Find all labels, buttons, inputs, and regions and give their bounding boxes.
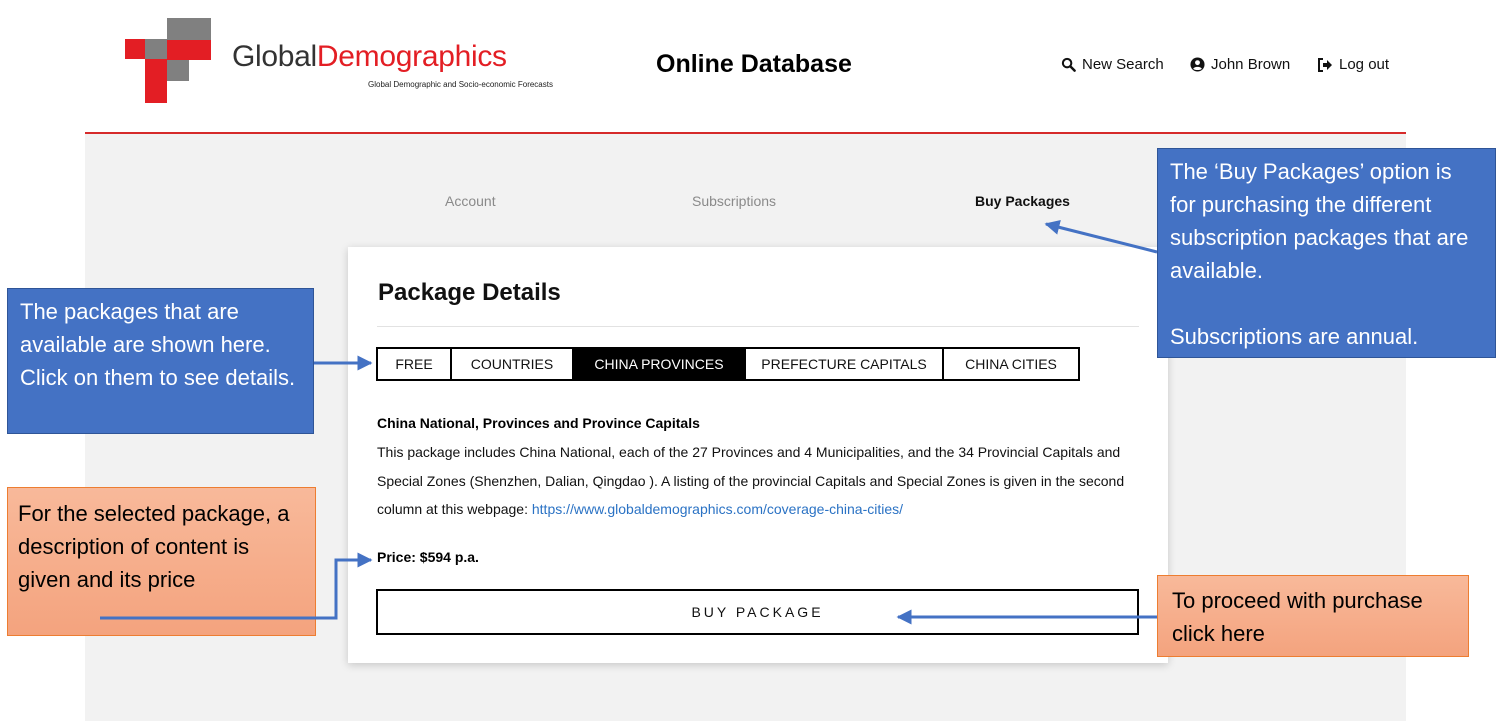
page-title: Online Database: [656, 50, 852, 78]
package-tab-prefecture-capitals[interactable]: PREFECTURE CAPITALS: [746, 349, 944, 379]
callout-proceed: To proceed with purchase click here: [1157, 575, 1469, 657]
new-search-label: New Search: [1082, 56, 1164, 73]
package-description: This package includes China National, ea…: [377, 438, 1137, 524]
search-icon: [1061, 57, 1076, 72]
callout-buy-packages-text: The ‘Buy Packages’ option is for purchas…: [1170, 159, 1469, 283]
tab-subscriptions[interactable]: Subscriptions: [692, 193, 776, 209]
tab-account[interactable]: Account: [445, 193, 496, 209]
user-link[interactable]: John Brown: [1190, 56, 1290, 73]
brand-name: GlobalDemographics: [232, 40, 507, 74]
card-divider: [377, 326, 1139, 327]
package-tab-free[interactable]: FREE: [378, 349, 452, 379]
brand-name-demographics: Demographics: [316, 40, 507, 73]
package-tab-countries[interactable]: COUNTRIES: [452, 349, 574, 379]
package-name: China National, Provinces and Province C…: [377, 415, 700, 431]
logout-icon: [1318, 57, 1332, 72]
callout-packages-available: The packages that are available are show…: [7, 288, 314, 434]
global-demographics-logo: [125, 18, 211, 103]
package-details-title: Package Details: [378, 279, 561, 306]
new-search-link[interactable]: New Search: [1061, 56, 1164, 73]
callout-proceed-text: To proceed with purchase click here: [1172, 588, 1423, 646]
logout-link[interactable]: Log out: [1317, 56, 1389, 73]
package-tab-china-cities[interactable]: CHINA CITIES: [944, 349, 1078, 379]
package-tab-china-provinces[interactable]: CHINA PROVINCES: [574, 349, 746, 379]
callout-description-price-text: For the selected package, a description …: [18, 501, 290, 592]
user-name-label: John Brown: [1211, 56, 1291, 73]
callout-subscriptions-annual: Subscriptions are annual.: [1170, 324, 1419, 349]
callout-packages-available-text: The packages that are available are show…: [20, 299, 296, 390]
brand-tagline: Global Demographic and Socio-economic Fo…: [368, 80, 553, 89]
callout-buy-packages: The ‘Buy Packages’ option is for purchas…: [1157, 148, 1496, 358]
brand-name-global: Global: [232, 40, 317, 73]
buy-package-button[interactable]: BUY PACKAGE: [376, 589, 1139, 635]
callout-description-price: For the selected package, a description …: [7, 487, 316, 636]
user-icon: [1190, 57, 1205, 72]
tab-buy-packages[interactable]: Buy Packages: [975, 193, 1070, 209]
coverage-link[interactable]: https://www.globaldemographics.com/cover…: [532, 501, 903, 517]
logout-label: Log out: [1339, 56, 1390, 73]
package-price: Price: $594 p.a.: [377, 549, 479, 565]
package-tabs: FREE COUNTRIES CHINA PROVINCES PREFECTUR…: [376, 347, 1080, 381]
